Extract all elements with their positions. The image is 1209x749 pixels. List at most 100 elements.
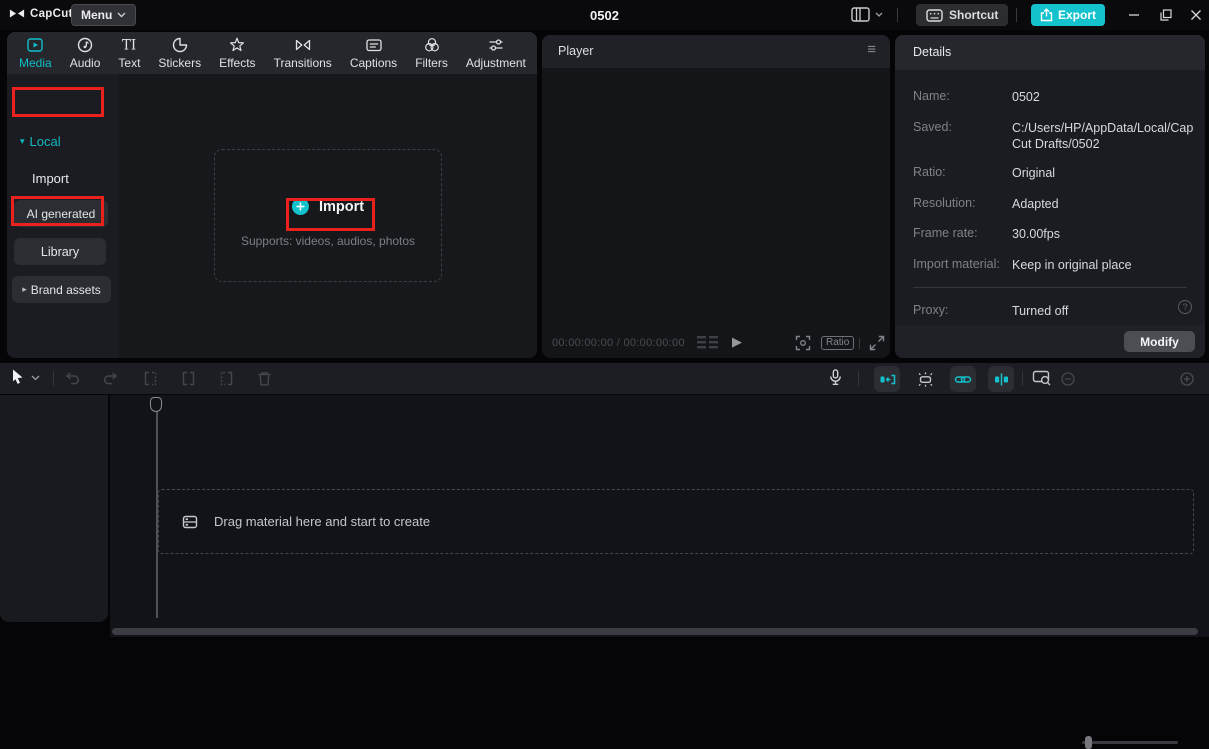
- detail-label-name: Name:: [913, 89, 950, 103]
- tab-label: Effects: [219, 56, 256, 70]
- export-button[interactable]: Export: [1031, 4, 1106, 26]
- tab-stickers[interactable]: Stickers: [149, 36, 210, 70]
- import-drop-zone[interactable]: Import Supports: videos, audios, photos: [214, 149, 442, 282]
- modify-button[interactable]: Modify: [1124, 331, 1195, 352]
- timeline-zoom-slider[interactable]: [1082, 741, 1178, 744]
- tab-captions[interactable]: Captions: [341, 36, 406, 70]
- sidebar-item-library[interactable]: Library: [14, 238, 106, 265]
- filters-icon: [424, 38, 439, 52]
- chevron-down-icon: [117, 12, 126, 18]
- cursor-tool-button[interactable]: [10, 368, 25, 386]
- main-track-magnet-toggle[interactable]: [874, 366, 900, 392]
- hamburger-menu-icon[interactable]: ≡: [867, 41, 876, 58]
- import-button[interactable]: Import: [291, 198, 364, 215]
- zoom-out-button[interactable]: [1061, 372, 1075, 386]
- tab-text[interactable]: TI Text: [109, 36, 149, 71]
- undo-button[interactable]: [64, 370, 81, 386]
- tab-media[interactable]: Media: [10, 36, 61, 70]
- details-divider: [913, 287, 1187, 288]
- detail-value-name: 0502: [1012, 90, 1040, 104]
- ratio-button[interactable]: Ratio: [821, 336, 855, 350]
- playhead-handle[interactable]: [150, 397, 162, 412]
- details-footer: Modify: [895, 325, 1205, 358]
- sidebar-item-local[interactable]: ▾ Local: [20, 134, 61, 149]
- tab-audio[interactable]: Audio: [61, 36, 110, 70]
- play-button[interactable]: ▶: [732, 334, 742, 350]
- timeline-toolbar: [0, 363, 1209, 749]
- detail-label-framerate: Frame rate:: [913, 226, 978, 240]
- detail-value-framerate: 30.00fps: [1012, 227, 1060, 241]
- title-bar: CapCut Menu 0502 Shortcut Export: [0, 0, 1209, 30]
- tab-label: Captions: [349, 56, 398, 70]
- layout-switch-button[interactable]: [851, 7, 870, 22]
- frame-view-icon[interactable]: [697, 336, 719, 349]
- layout-caret-button[interactable]: [875, 12, 883, 17]
- captions-icon: [365, 39, 382, 52]
- tab-effects[interactable]: Effects: [210, 36, 264, 70]
- media-tabstrip: Media Audio TI Text Stickers Effects Tra…: [7, 32, 537, 74]
- sidebar-item-import[interactable]: Import: [32, 171, 69, 186]
- sidebar-item-brand-assets[interactable]: ▸ Brand assets: [12, 276, 111, 303]
- film-icon: [182, 515, 198, 528]
- titlebar-divider: [1016, 8, 1017, 22]
- split-right-button[interactable]: [218, 370, 235, 387]
- capcut-logo-icon: [9, 9, 25, 18]
- delete-button[interactable]: [256, 370, 273, 387]
- tab-filters[interactable]: Filters: [406, 36, 457, 70]
- detail-value-saved: C:/Users/HP/AppData/Local/CapCut Drafts/…: [1012, 121, 1194, 151]
- track-header-column: [0, 395, 108, 622]
- tab-label: Adjustment: [465, 56, 526, 70]
- stickers-icon: [172, 37, 187, 53]
- split-button[interactable]: [180, 370, 197, 387]
- restore-button[interactable]: [1151, 0, 1181, 30]
- close-button[interactable]: [1181, 0, 1209, 30]
- tab-label: Transitions: [273, 56, 332, 70]
- tab-adjustment[interactable]: Adjustment: [457, 36, 535, 70]
- media-icon: [27, 38, 44, 52]
- menu-button[interactable]: Menu: [71, 4, 137, 26]
- audio-icon: [77, 37, 93, 53]
- fullscreen-icon[interactable]: [869, 335, 885, 351]
- restore-icon: [1160, 9, 1172, 21]
- toolbar-divider: [53, 371, 54, 386]
- titlebar-divider: [897, 8, 898, 22]
- keyboard-icon: [926, 8, 943, 22]
- details-header: Details: [895, 35, 1205, 70]
- record-voiceover-button[interactable]: [827, 368, 844, 387]
- link-toggle[interactable]: [950, 366, 976, 392]
- preview-axis-button[interactable]: [1032, 369, 1052, 387]
- supports-text: Supports: videos, audios, photos: [240, 234, 416, 248]
- zoom-in-button[interactable]: [1180, 372, 1194, 386]
- effects-icon: [230, 37, 245, 52]
- focus-preview-icon[interactable]: [795, 335, 811, 351]
- mirror-split-toggle[interactable]: [988, 366, 1014, 392]
- split-left-button[interactable]: [142, 370, 159, 387]
- minimize-button[interactable]: [1119, 0, 1149, 30]
- shortcut-button[interactable]: Shortcut: [916, 4, 1009, 26]
- timeline-drop-zone[interactable]: Drag material here and start to create: [158, 489, 1194, 554]
- horizontal-scrollbar[interactable]: [112, 628, 1198, 635]
- zoom-slider-handle[interactable]: [1085, 736, 1092, 749]
- app-name: CapCut: [30, 7, 73, 20]
- sidebar-item-ai-generated[interactable]: AI generated: [14, 200, 108, 227]
- tab-transitions[interactable]: Transitions: [265, 36, 341, 70]
- detail-label-ratio: Ratio:: [913, 165, 946, 179]
- cursor-tool-caret[interactable]: [31, 375, 40, 381]
- detail-value-ratio: Original: [1012, 166, 1056, 180]
- player-controls: 00:00:00:00 / 00:00:00:00 ▶ Ratio: [542, 328, 890, 358]
- tab-label: Stickers: [158, 56, 202, 70]
- media-panel: Media Audio TI Text Stickers Effects Tra…: [7, 32, 537, 358]
- question-icon[interactable]: ?: [1178, 300, 1192, 314]
- auto-pack-toggle[interactable]: [912, 366, 938, 392]
- drop-hint-text: Drag material here and start to create: [214, 514, 431, 529]
- tab-label: Filters: [415, 56, 448, 70]
- toolbar-divider: [858, 371, 859, 386]
- menu-label: Menu: [81, 8, 113, 22]
- sidebar-item-label: Import: [32, 171, 69, 186]
- redo-button[interactable]: [102, 370, 119, 386]
- details-panel: Details Name: 0502 Saved: C:/Users/HP/Ap…: [895, 35, 1205, 358]
- svg-text:TI: TI: [122, 38, 136, 54]
- plus-circle-icon: [291, 198, 309, 215]
- tab-label: Audio: [69, 56, 101, 70]
- sidebar-item-label: Local: [29, 134, 61, 149]
